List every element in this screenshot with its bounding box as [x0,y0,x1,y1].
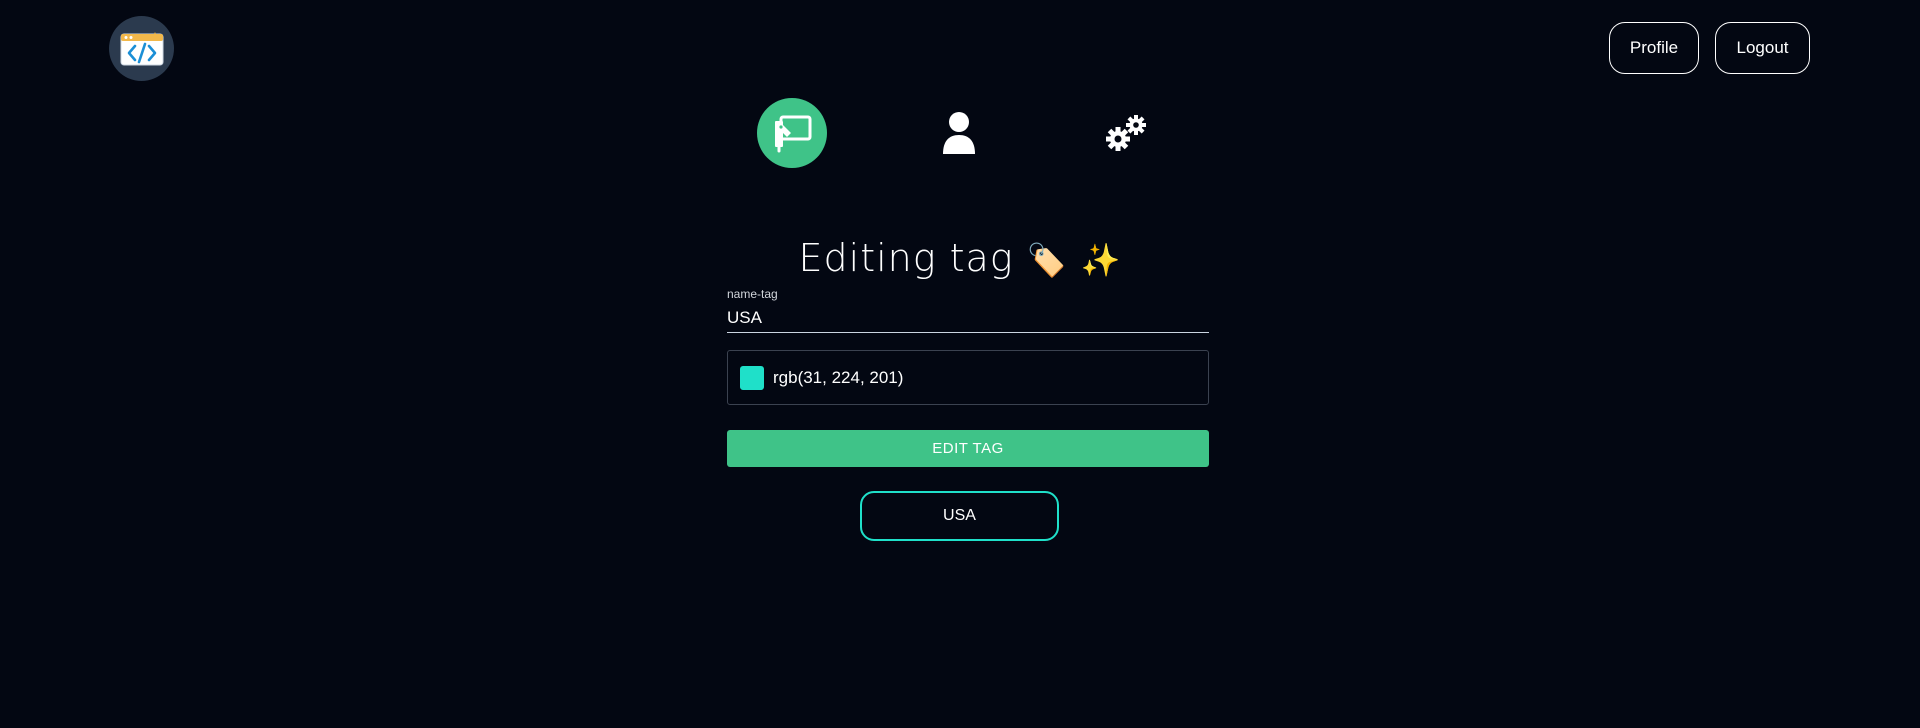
tab-tags[interactable] [757,98,827,168]
name-tag-label: name-tag [727,287,778,301]
tag-preview: USA [860,491,1059,541]
page-title-text: Editing tag [798,236,1014,280]
tag-preview-label: USA [943,507,976,524]
tag-board-icon [775,115,812,153]
edit-tag-button[interactable]: EDIT TAG [727,430,1209,467]
tab-settings[interactable] [1091,98,1161,168]
color-swatch[interactable] [740,365,764,390]
gears-icon [1106,115,1146,151]
user-icon [943,112,975,154]
profile-button[interactable]: Profile [1609,22,1699,74]
logout-button[interactable]: Logout [1715,22,1810,74]
color-picker[interactable]: rgb(31, 224, 201) [727,350,1209,405]
color-value: rgb(31, 224, 201) [773,367,904,387]
name-tag-input[interactable] [727,303,1209,333]
app-logo[interactable] [109,16,174,81]
code-window-icon [120,31,163,65]
tab-user[interactable] [924,98,994,168]
page-title: Editing tag 🏷️ ✨ [0,236,1920,280]
sparkles-emoji-icon: ✨ [1080,241,1122,279]
label-emoji-icon: 🏷️ [1026,241,1068,279]
page: Profile Logout Editing tag 🏷️ ✨ name-tag… [0,0,1920,728]
